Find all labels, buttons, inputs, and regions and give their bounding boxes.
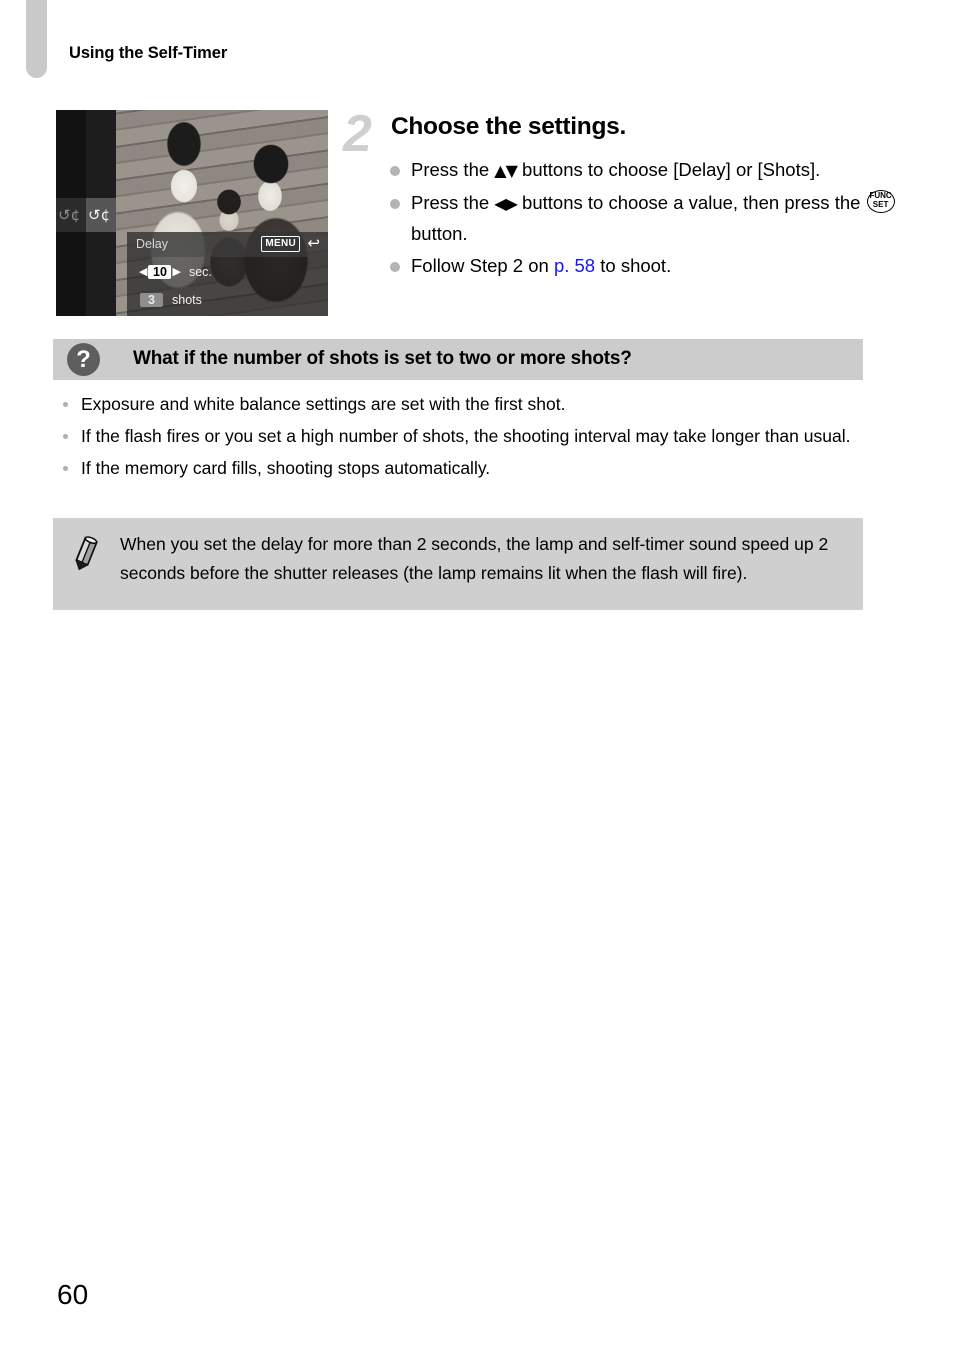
page-number: 60 bbox=[57, 1279, 89, 1310]
question-mark-icon: ? bbox=[67, 343, 100, 376]
note-text: When you set the delay for more than 2 s… bbox=[120, 534, 829, 583]
faq-item: If the flash fires or you set a high num… bbox=[55, 422, 870, 450]
shots-value: 3 bbox=[140, 293, 163, 307]
return-arrow-icon: ↩ bbox=[307, 234, 320, 252]
menu-badge: MENU bbox=[261, 236, 300, 252]
chapter-tab-marker bbox=[26, 0, 47, 78]
question-mark-glyph: ? bbox=[76, 346, 91, 373]
up-down-buttons-icon: ▲▼ bbox=[494, 161, 518, 180]
shots-unit: shots bbox=[172, 293, 202, 307]
bullet2-text-before: Press the bbox=[411, 192, 495, 213]
figure-shots-row: 3 shots bbox=[139, 293, 202, 307]
figure-delay-row: ◀ 10 ▶ sec. bbox=[139, 265, 212, 279]
bullet1-text-after: buttons to choose [Delay] or [Shots]. bbox=[516, 159, 821, 180]
func-set-bottom-label: SET bbox=[872, 200, 889, 209]
faq-header-band: ? What if the number of shots is set to … bbox=[53, 339, 863, 380]
page-reference-link[interactable]: p. 58 bbox=[554, 255, 595, 276]
camera-screen-figure: ↺¢ ↺¢ Delay MENU ↩ ◀ 10 ▶ sec. 3 shots bbox=[56, 110, 328, 316]
left-right-buttons-icon: ◀▶ bbox=[494, 194, 518, 213]
faq-title: What if the number of shots is set to tw… bbox=[133, 348, 632, 369]
step-bullet-3: Follow Step 2 on p. 58 to shoot. bbox=[388, 251, 908, 281]
figure-delay-label: Delay bbox=[136, 237, 168, 251]
faq-item: If the memory card fills, shooting stops… bbox=[55, 454, 870, 482]
step-number: 2 bbox=[343, 105, 372, 163]
left-arrow-icon: ◀ bbox=[139, 265, 148, 278]
step-title: Choose the settings. bbox=[391, 113, 626, 140]
step-instruction-list: Press the ▲▼ buttons to choose [Delay] o… bbox=[388, 155, 908, 283]
step-bullet-2: Press the ◀▶ buttons to choose a value, … bbox=[388, 188, 908, 249]
bullet3-text-after: to shoot. bbox=[595, 255, 672, 276]
right-arrow-icon: ▶ bbox=[172, 265, 181, 278]
step-bullet-1: Press the ▲▼ buttons to choose [Delay] o… bbox=[388, 155, 908, 186]
func-set-top-label: FUNC bbox=[869, 191, 892, 200]
faq-list: Exposure and white balance settings are … bbox=[55, 390, 870, 486]
func-set-button-icon: FUNC SET bbox=[866, 190, 895, 213]
custom-self-timer-icon: ↺¢ bbox=[88, 206, 111, 224]
note-callout-box: When you set the delay for more than 2 s… bbox=[53, 518, 863, 610]
bullet2-text-mid: buttons to choose a value, then press th… bbox=[516, 192, 866, 213]
bullet2-text-tail: button. bbox=[411, 223, 468, 244]
page-header-title: Using the Self-Timer bbox=[69, 44, 228, 62]
bullet3-text-before: Follow Step 2 on bbox=[411, 255, 554, 276]
figure-settings-panel: Delay MENU ↩ ◀ 10 ▶ sec. 3 shots bbox=[127, 232, 328, 316]
delay-value: 10 bbox=[148, 265, 172, 279]
bullet1-text-before: Press the bbox=[411, 159, 495, 180]
pencil-icon bbox=[75, 536, 98, 571]
self-timer-icon-dim: ↺¢ bbox=[58, 206, 81, 224]
faq-item: Exposure and white balance settings are … bbox=[55, 390, 870, 418]
delay-unit: sec. bbox=[188, 265, 212, 279]
